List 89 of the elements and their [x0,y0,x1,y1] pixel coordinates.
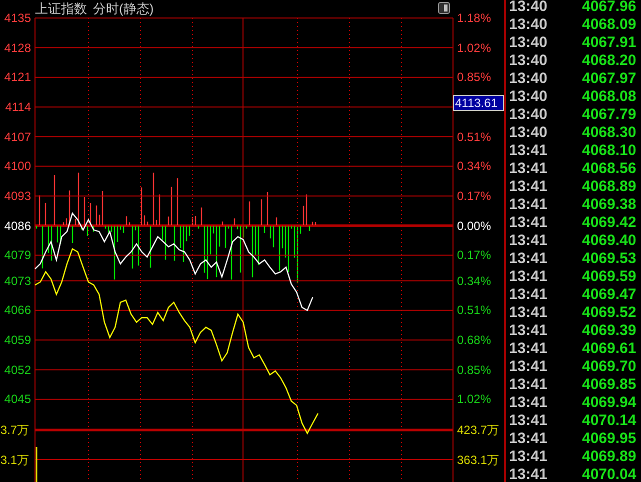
price-axis-label: 4079 [3,248,31,262]
percent-axis-label: 0.34% [457,274,492,288]
tick-price: 4069.40 [582,232,636,250]
tick-price: 4068.08 [582,88,636,106]
percent-axis-label: 1.02% [457,40,492,55]
tick-time: 13:41 [509,322,548,340]
tick-price: 4069.94 [582,394,636,412]
tick-price: 4067.97 [582,70,636,88]
percent-axis-label: 0.85% [457,70,492,84]
tick-time: 13:41 [509,142,548,160]
tick-price: 4068.89 [582,178,636,196]
percent-axis-label: 0.68% [457,333,492,348]
price-axis-label: 4100 [3,159,31,174]
percent-axis-label: 1.02% [457,392,492,406]
price-axis-label: 4066 [3,303,31,318]
cursor-price-label: 4113.61 [453,94,504,111]
tick-price: 4070.14 [582,412,636,430]
tick-time: 13:40 [509,106,548,124]
tick-time: 13:41 [509,250,548,268]
tick-price: 4069.47 [582,286,636,304]
percent-axis-label: 0.17% [457,248,492,262]
tick-price: 4069.61 [582,340,636,358]
tick-time: 13:40 [509,88,548,106]
percent-axis-label: 1.18% [457,11,492,25]
tick-price: 4069.53 [582,250,636,268]
tick-price: 4069.39 [582,322,636,340]
tick-price: 4068.30 [582,124,636,142]
percent-axis-label: 0.51% [457,130,492,144]
tick-time: 13:40 [509,34,548,52]
tick-time: 13:41 [509,196,548,214]
price-axis-label: 4086 [3,218,31,233]
window-toggle-icon[interactable] [438,2,450,14]
tick-price: 4069.42 [582,214,636,232]
tick-time: 13:41 [509,268,548,286]
price-axis-label: 4093 [3,188,31,203]
tick-price: 4069.52 [582,304,636,322]
tick-time: 13:40 [509,16,548,34]
percent-axis-label: 0.34% [457,159,492,174]
tick-price: 4068.56 [582,160,636,178]
price-axis-label: 4114 [4,100,31,114]
tick-time: 13:41 [509,358,548,376]
tick-price: 4069.95 [582,430,636,448]
percent-axis-label: 0.51% [457,303,492,318]
tick-price: 4069.89 [582,448,636,466]
price-axis-label: 4121 [3,70,31,84]
tick-time: 13:41 [509,448,548,466]
index-name: 上证指数 [35,1,87,17]
tick-time: 13:41 [509,412,548,430]
tick-price: 4068.20 [582,52,636,70]
volume-axis-label: 363.1万 [457,452,500,466]
percent-axis-label: 0.00% [457,218,492,233]
tick-price: 4067.79 [582,106,636,124]
tick-time: 13:40 [509,124,548,142]
tick-time: 13:41 [509,376,548,394]
price-axis-label: 4059 [3,333,31,348]
tick-time: 13:41 [509,466,548,482]
price-axis-label: 4128 [3,40,31,55]
tick-price: 4069.70 [582,358,636,376]
tick-time: 13:41 [509,232,548,250]
tick-time: 13:41 [509,340,548,358]
chart-mode-label: 分时(静态) [93,1,154,17]
price-axis-label: 4045 [3,392,31,406]
tick-time: 13:41 [509,160,548,178]
tick-time: 13:41 [509,214,548,232]
tick-price: 4068.09 [582,16,636,34]
tick-time: 13:40 [509,70,548,88]
tick-price: 4068.10 [582,142,636,160]
tick-time: 13:41 [509,430,548,448]
tick-time: 13:40 [509,0,548,16]
tick-time: 13:41 [509,304,548,322]
tick-price: 4069.38 [582,196,636,214]
tick-price: 4069.85 [582,376,636,394]
percent-axis-label: 0.17% [457,188,492,203]
volume-axis-label: 3.7万 [0,423,29,437]
tick-time: 13:41 [509,394,548,412]
price-axis-label: 4107 [3,130,31,144]
volume-axis-label: 3.1万 [0,452,29,466]
tick-price: 4070.04 [582,466,636,482]
tick-time: 13:41 [509,286,548,304]
tick-price: 4067.91 [582,34,636,52]
percent-axis-label: 0.85% [457,362,492,377]
tick-time: 13:41 [509,178,548,196]
price-axis-label: 4073 [3,274,31,288]
tick-price: 4069.59 [582,268,636,286]
tick-time: 13:40 [509,52,548,70]
volume-axis-label: 423.7万 [457,423,500,437]
price-axis-label: 4135 [3,11,31,25]
tick-price: 4067.96 [582,0,636,16]
price-axis-label: 4052 [3,362,31,377]
